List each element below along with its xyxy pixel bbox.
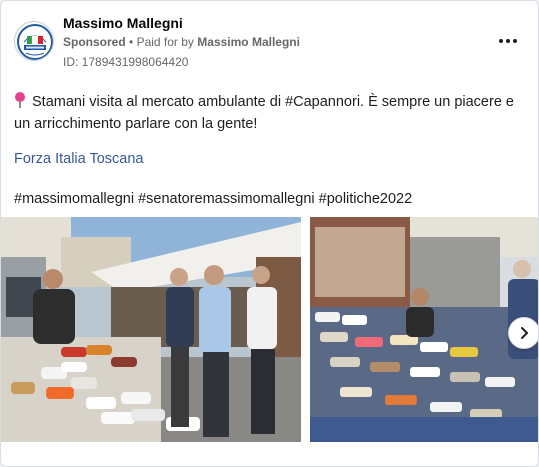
sponsored-label: Sponsored: [63, 35, 126, 49]
carousel-photo-1[interactable]: [1, 217, 301, 442]
advertiser-name[interactable]: Massimo Mallegni: [63, 15, 183, 31]
market-photo-image: [1, 217, 301, 442]
paid-for-name: Massimo Mallegni: [197, 35, 300, 49]
round-pushpin-icon: [14, 92, 26, 108]
advertiser-avatar[interactable]: [14, 21, 54, 61]
page-link[interactable]: Forza Italia Toscana: [14, 151, 144, 167]
photo-carousel: [1, 217, 538, 442]
post-text: Stamani visita al mercato ambulante di #…: [14, 91, 529, 135]
forza-italia-logo-icon: [16, 23, 53, 60]
carousel-photo-2[interactable]: [310, 217, 538, 442]
more-options-icon[interactable]: [498, 31, 518, 51]
separator-dot: •: [129, 35, 134, 49]
ad-card: Massimo Mallegni Sponsored • Paid for by…: [0, 0, 539, 467]
shoe-stall-photo-image: [310, 217, 538, 442]
ad-id: ID: 1789431998064420: [63, 55, 189, 69]
post-message: Stamani visita al mercato ambulante di #…: [14, 94, 514, 132]
paid-for-prefix: Paid for by: [136, 35, 194, 49]
sponsored-line: Sponsored • Paid for by Massimo Mallegni: [63, 35, 300, 49]
carousel-next-button[interactable]: [508, 317, 538, 349]
hashtags[interactable]: #massimomallegni #senatoremassimomallegn…: [14, 191, 412, 207]
chevron-right-icon: [521, 327, 528, 339]
ad-header: Massimo Mallegni Sponsored • Paid for by…: [1, 1, 538, 75]
